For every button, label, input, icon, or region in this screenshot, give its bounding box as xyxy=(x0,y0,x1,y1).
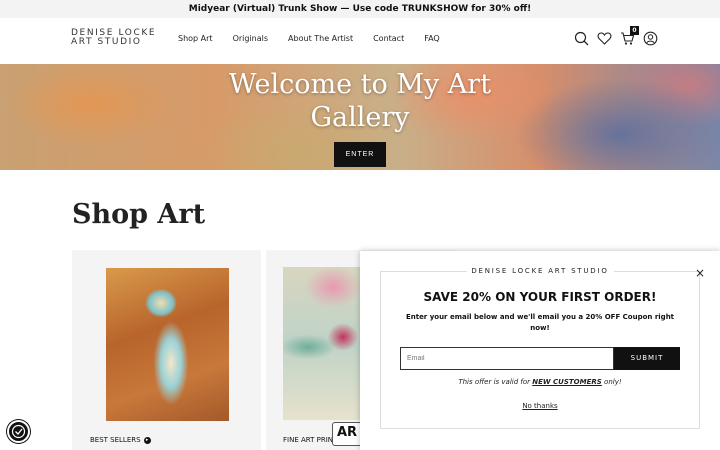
close-icon[interactable]: × xyxy=(695,266,705,280)
card-label[interactable]: BEST SELLERS ▸ xyxy=(90,436,151,444)
cart-count-badge: 0 xyxy=(630,26,639,35)
email-field[interactable] xyxy=(400,347,614,370)
heart-icon[interactable] xyxy=(597,31,612,46)
popup-brand: DENISE LOCKE ART STUDIO xyxy=(471,267,609,275)
nav-faq[interactable]: FAQ xyxy=(424,33,440,45)
signup-popup: DENISE LOCKE ART STUDIO × SAVE 20% ON YO… xyxy=(360,251,720,450)
offer-suffix: only! xyxy=(601,378,622,386)
header-icons: 0 xyxy=(574,26,658,46)
accessibility-icon[interactable] xyxy=(7,420,30,443)
arrow-circle-icon: ▸ xyxy=(143,436,151,444)
ar-badge[interactable]: AR xyxy=(332,422,362,446)
card-label[interactable]: FINE ART PRIN xyxy=(283,436,333,444)
site-header: DENISE LOCKE ART STUDIO Shop Art Origina… xyxy=(0,18,720,64)
enter-button[interactable]: ENTER xyxy=(334,142,386,167)
account-icon[interactable] xyxy=(643,31,658,46)
shop-art-heading: Shop Art xyxy=(72,199,206,230)
hero-title-line-1: Welcome to My Art xyxy=(228,69,492,100)
main-nav: Shop Art Originals About The Artist Cont… xyxy=(178,33,460,45)
submit-button[interactable]: SUBMIT xyxy=(614,347,680,370)
hero-title-line-2: Gallery xyxy=(310,102,410,133)
search-icon[interactable] xyxy=(574,31,589,46)
nav-originals[interactable]: Originals xyxy=(233,33,268,45)
logo-line-2: ART STUDIO xyxy=(71,37,142,47)
hummingbird-painting-image[interactable] xyxy=(283,267,363,420)
hero-title: Welcome to My Art Gallery xyxy=(0,68,720,134)
duck-painting-image[interactable] xyxy=(106,268,229,421)
offer-note: This offer is valid for NEW CUSTOMERS on… xyxy=(360,378,720,386)
product-card-best-sellers[interactable]: BEST SELLERS ▸ xyxy=(72,250,261,450)
popup-description: Enter your email below and we'll email y… xyxy=(405,313,675,332)
nav-about-the-artist[interactable]: About The Artist xyxy=(288,33,353,45)
no-thanks-link[interactable]: No thanks xyxy=(360,402,720,410)
nav-contact[interactable]: Contact xyxy=(373,33,404,45)
cart-icon[interactable]: 0 xyxy=(620,26,639,46)
offer-emphasis: NEW CUSTOMERS xyxy=(532,378,602,386)
popup-headline: SAVE 20% ON YOUR FIRST ORDER! xyxy=(423,290,657,304)
nav-shop-art[interactable]: Shop Art xyxy=(178,33,213,45)
fine-art-prints-label: FINE ART PRIN xyxy=(283,436,334,444)
best-sellers-label: BEST SELLERS xyxy=(90,436,141,444)
site-logo[interactable]: DENISE LOCKE ART STUDIO xyxy=(71,29,156,47)
hero-banner: Welcome to My Art Gallery ENTER xyxy=(0,64,720,170)
announcement-bar: Midyear (Virtual) Trunk Show — Use code … xyxy=(0,0,720,18)
offer-prefix: This offer is valid for xyxy=(458,378,533,386)
